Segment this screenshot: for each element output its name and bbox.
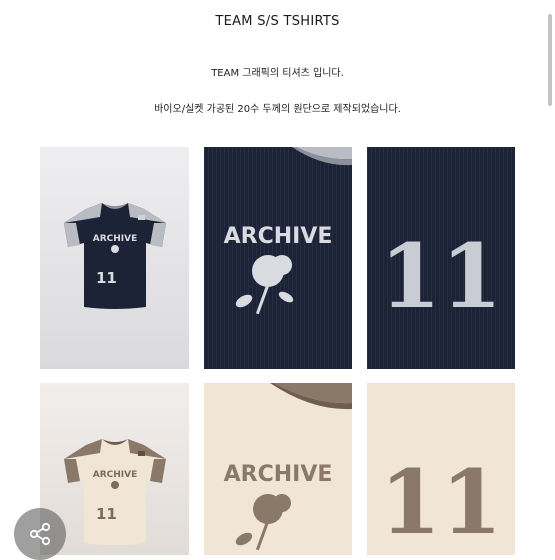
share-button[interactable] bbox=[14, 508, 66, 560]
svg-text:ARCHIVE: ARCHIVE bbox=[93, 470, 138, 480]
description-line-2: 바이오/실켓 가공된 20수 두께의 원단으로 제작되었습니다. bbox=[154, 104, 401, 115]
page-title: TEAM S/S TSHIRTS bbox=[215, 14, 340, 29]
svg-text:11: 11 bbox=[380, 450, 502, 554]
archive-graphic: ARCHIVE bbox=[224, 224, 333, 249]
svg-text:11: 11 bbox=[96, 269, 117, 287]
share-icon bbox=[29, 522, 51, 546]
scrollbar[interactable] bbox=[548, 14, 552, 106]
detail-photo-cream-number[interactable]: 11 bbox=[367, 383, 515, 555]
svg-text:11: 11 bbox=[96, 505, 117, 523]
product-photo-navy-full[interactable]: ARCHIVE 11 bbox=[40, 147, 189, 369]
svg-text:ARCHIVE: ARCHIVE bbox=[224, 462, 333, 487]
number-graphic: 11 bbox=[380, 224, 502, 328]
detail-photo-navy-number[interactable]: 11 bbox=[367, 147, 515, 369]
description-line-1: TEAM 그래픽의 티셔츠 입니다. bbox=[211, 68, 344, 79]
detail-photo-cream-archive[interactable]: ARCHIVE bbox=[204, 383, 352, 555]
svg-text:ARCHIVE: ARCHIVE bbox=[93, 234, 138, 244]
detail-photo-navy-archive[interactable]: ARCHIVE bbox=[204, 147, 352, 369]
